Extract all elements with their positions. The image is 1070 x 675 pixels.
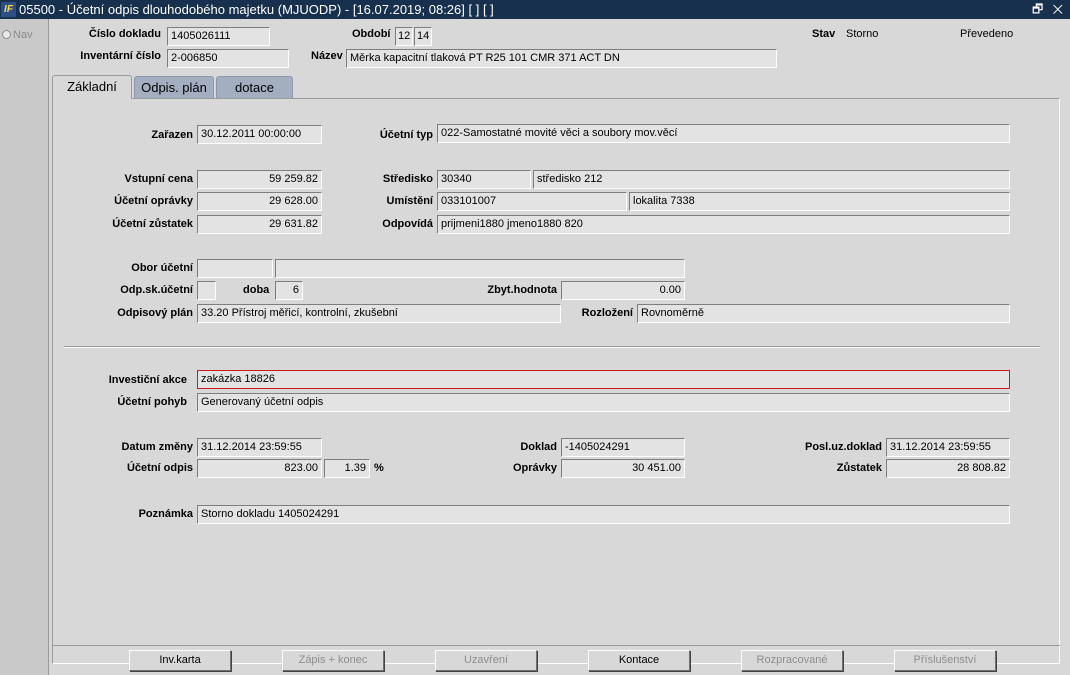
doklad-field[interactable]: -1405024291 <box>561 438 685 457</box>
kontace-button[interactable]: Kontace <box>588 650 690 671</box>
ucetni-typ-field[interactable]: 022-Samostatné movité věci a soubory mov… <box>437 124 1010 143</box>
investicni-akce-field[interactable]: zakázka 18826 <box>197 370 1010 389</box>
opravky-label: Oprávky <box>512 462 557 474</box>
stav-value: Storno <box>846 28 879 40</box>
ucetni-opravky-label: Účetní oprávky <box>114 195 193 207</box>
datum-zmeny-field[interactable]: 31.12.2014 23:59:55 <box>197 438 322 457</box>
poznamka-label: Poznámka <box>138 508 193 520</box>
window-title: 05500 - Účetní odpis dlouhodobého majetk… <box>19 2 494 17</box>
ucetni-zustatek-field[interactable]: 29 631.82 <box>197 215 322 234</box>
nav-label: Nav <box>13 29 33 41</box>
obor-ucetni-code-field[interactable] <box>197 259 273 278</box>
section-separator <box>64 346 1040 348</box>
ucetni-typ-label: Účetní typ <box>379 129 433 141</box>
ucetni-odpis-field[interactable]: 823.00 <box>197 459 322 478</box>
rozlozeni-label: Rozložení <box>581 307 633 319</box>
radio-icon <box>2 30 11 39</box>
ucetni-odpis-label: Účetní odpis <box>126 462 193 474</box>
percent-sign: % <box>374 462 384 474</box>
nazev-field[interactable]: Měrka kapacitní tlaková PT R25 101 CMR 3… <box>346 49 777 68</box>
uzavreni-button[interactable]: Uzavření <box>435 650 537 671</box>
zustatek-label: Zůstatek <box>836 462 882 474</box>
odp-sk-field[interactable] <box>197 281 216 300</box>
zustatek-field[interactable]: 28 808.82 <box>886 459 1010 478</box>
obdobi-year-field[interactable]: 14 <box>414 27 432 46</box>
posl-uz-doklad-label: Posl.uz.doklad <box>804 441 882 453</box>
cislo-dokladu-field[interactable]: 1405026111 <box>167 27 270 46</box>
inventarni-cislo-label: Inventární číslo <box>80 50 161 62</box>
inv-karta-button[interactable]: Inv.karta <box>129 650 231 671</box>
ucetni-pohyb-field[interactable]: Generovaný účetní odpis <box>197 393 1010 412</box>
ucetni-zustatek-label: Účetní zůstatek <box>112 218 193 230</box>
tab-dotace[interactable]: dotace <box>216 76 293 99</box>
vstupni-cena-field[interactable]: 59 259.82 <box>197 170 322 189</box>
zarazen-field[interactable]: 30.12.2011 00:00:00 <box>197 125 322 144</box>
stav-label: Stav <box>812 28 836 40</box>
obor-ucetni-label: Obor účetní <box>131 262 193 274</box>
odp-sk-label: Odp.sk.účetní <box>120 284 193 296</box>
posl-uz-doklad-field[interactable]: 31.12.2014 23:59:55 <box>886 438 1010 457</box>
app-logo-icon: IF <box>1 2 16 17</box>
zbyt-hodnota-label: Zbyt.hodnota <box>487 284 557 296</box>
odpisovy-plan-field[interactable]: 33.20 Přístroj měřicí, kontrolní, zkušeb… <box>197 304 561 323</box>
umisteni-code-field[interactable]: 033101007 <box>437 192 627 211</box>
rozpracovane-button[interactable]: Rozpracované <box>741 650 843 671</box>
odpovida-field[interactable]: prijmeni1880 jmeno1880 820 <box>437 215 1010 234</box>
inventarni-cislo-field[interactable]: 2-006850 <box>167 49 289 68</box>
stredisko-name-field[interactable]: středisko 212 <box>533 170 1010 189</box>
zarazen-label: Zařazen <box>151 129 193 141</box>
main-content: Číslo dokladu 1405026111 Období 12 14 St… <box>50 19 1070 675</box>
zbyt-hodnota-field[interactable]: 0.00 <box>561 281 685 300</box>
ucetni-pohyb-label: Účetní pohyb <box>117 396 187 408</box>
doba-label: doba <box>243 284 270 296</box>
tab-zakladni[interactable]: Základní <box>52 75 132 99</box>
nazev-label: Název <box>311 50 343 62</box>
window-titlebar: IF 05500 - Účetní odpis dlouhodobého maj… <box>0 0 1070 19</box>
zapis-konec-button[interactable]: Zápis + konec <box>282 650 384 671</box>
ucetni-opravky-field[interactable]: 29 628.00 <box>197 192 322 211</box>
odpisovy-plan-label: Odpisový plán <box>117 307 193 319</box>
cislo-dokladu-label: Číslo dokladu <box>88 28 161 40</box>
umisteni-label: Umístění <box>386 195 433 207</box>
umisteni-name-field[interactable]: lokalita 7338 <box>629 192 1010 211</box>
investicni-akce-label: Investiční akce <box>108 374 187 386</box>
doba-field[interactable]: 6 <box>275 281 303 300</box>
prislusenstvi-button[interactable]: Příslušenství <box>894 650 996 671</box>
obor-ucetni-name-field[interactable] <box>275 259 685 278</box>
datum-zmeny-label: Datum změny <box>121 441 193 453</box>
window-controls[interactable]: 🗗 ✕ <box>1032 0 1066 19</box>
opravky-field[interactable]: 30 451.00 <box>561 459 685 478</box>
vstupni-cena-label: Vstupní cena <box>124 173 193 185</box>
obdobi-month-field[interactable]: 12 <box>395 27 413 46</box>
poznamka-field[interactable]: Storno dokladu 1405024291 <box>197 505 1010 524</box>
stredisko-code-field[interactable]: 30340 <box>437 170 531 189</box>
tab-odpis-plan[interactable]: Odpis. plán <box>134 76 214 99</box>
prevedeno-status: Převedeno <box>960 28 1014 40</box>
nav-toggle[interactable]: Nav <box>2 29 33 41</box>
nav-panel: Nav <box>0 19 49 675</box>
obdobi-label: Období <box>352 28 391 40</box>
ucetni-odpis-percent-field[interactable]: 1.39 <box>324 459 370 478</box>
stredisko-label: Středisko <box>382 173 433 185</box>
odpovida-label: Odpovídá <box>382 218 433 230</box>
rozlozeni-field[interactable]: Rovnoměrně <box>637 304 1010 323</box>
doklad-label: Doklad <box>520 441 557 453</box>
